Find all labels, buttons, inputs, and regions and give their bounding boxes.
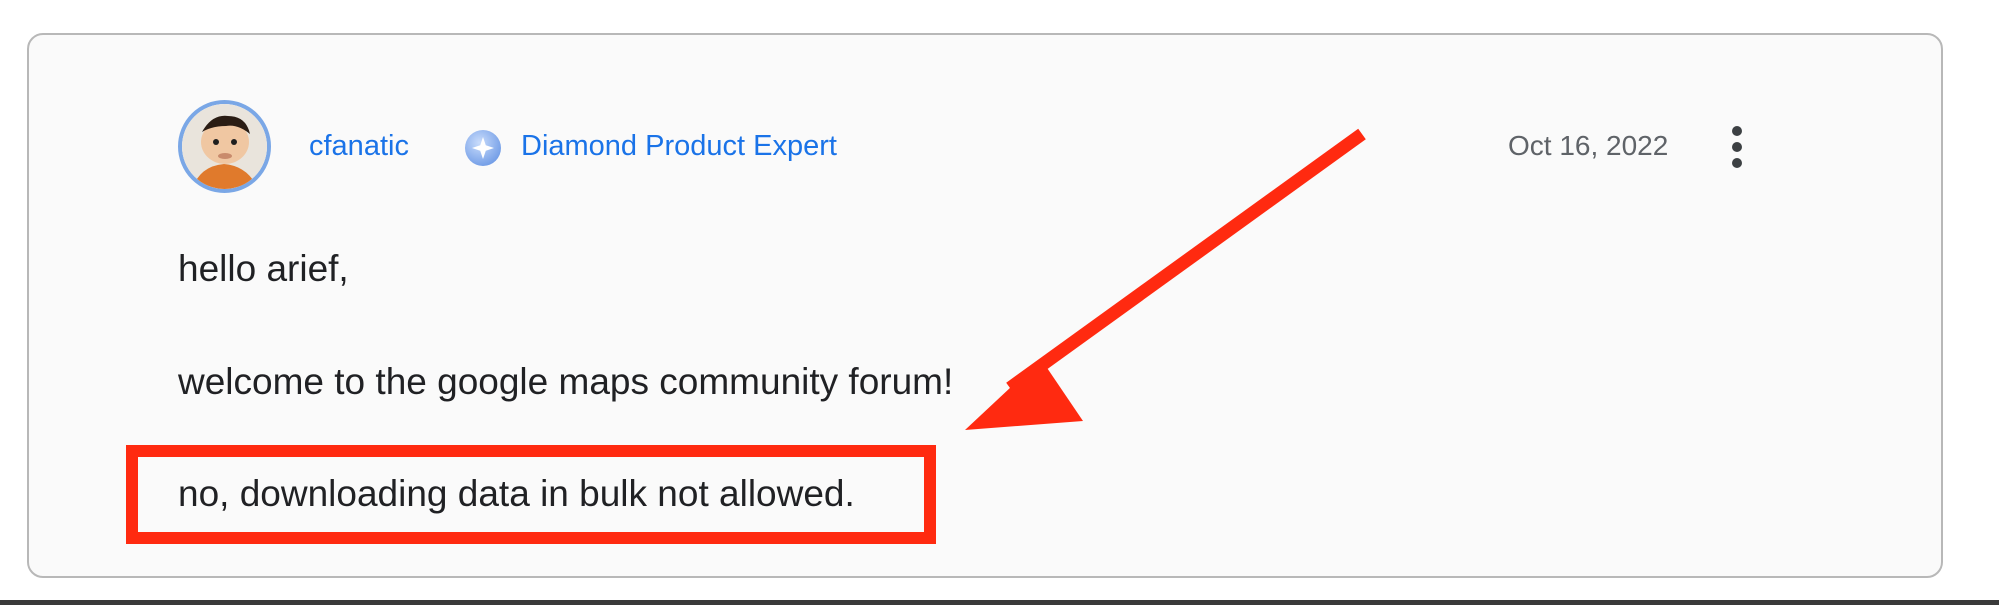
avatar[interactable] [178, 100, 271, 193]
post-date: Oct 16, 2022 [1508, 130, 1669, 161]
more-vert-icon [1732, 126, 1742, 136]
post-body-welcome: welcome to the google maps community for… [178, 361, 954, 402]
more-vert-icon-dot [1732, 158, 1742, 168]
more-vert-icon-dot [1732, 142, 1742, 152]
author-name[interactable]: cfanatic [309, 128, 409, 164]
diamond-star-icon [465, 130, 501, 166]
post-body-greeting: hello arief, [178, 248, 349, 289]
divider [0, 600, 1999, 605]
more-options-button[interactable] [1719, 120, 1755, 174]
avatar-image [182, 104, 267, 189]
highlight-box [126, 445, 936, 544]
author-badge[interactable]: Diamond Product Expert [521, 128, 837, 164]
